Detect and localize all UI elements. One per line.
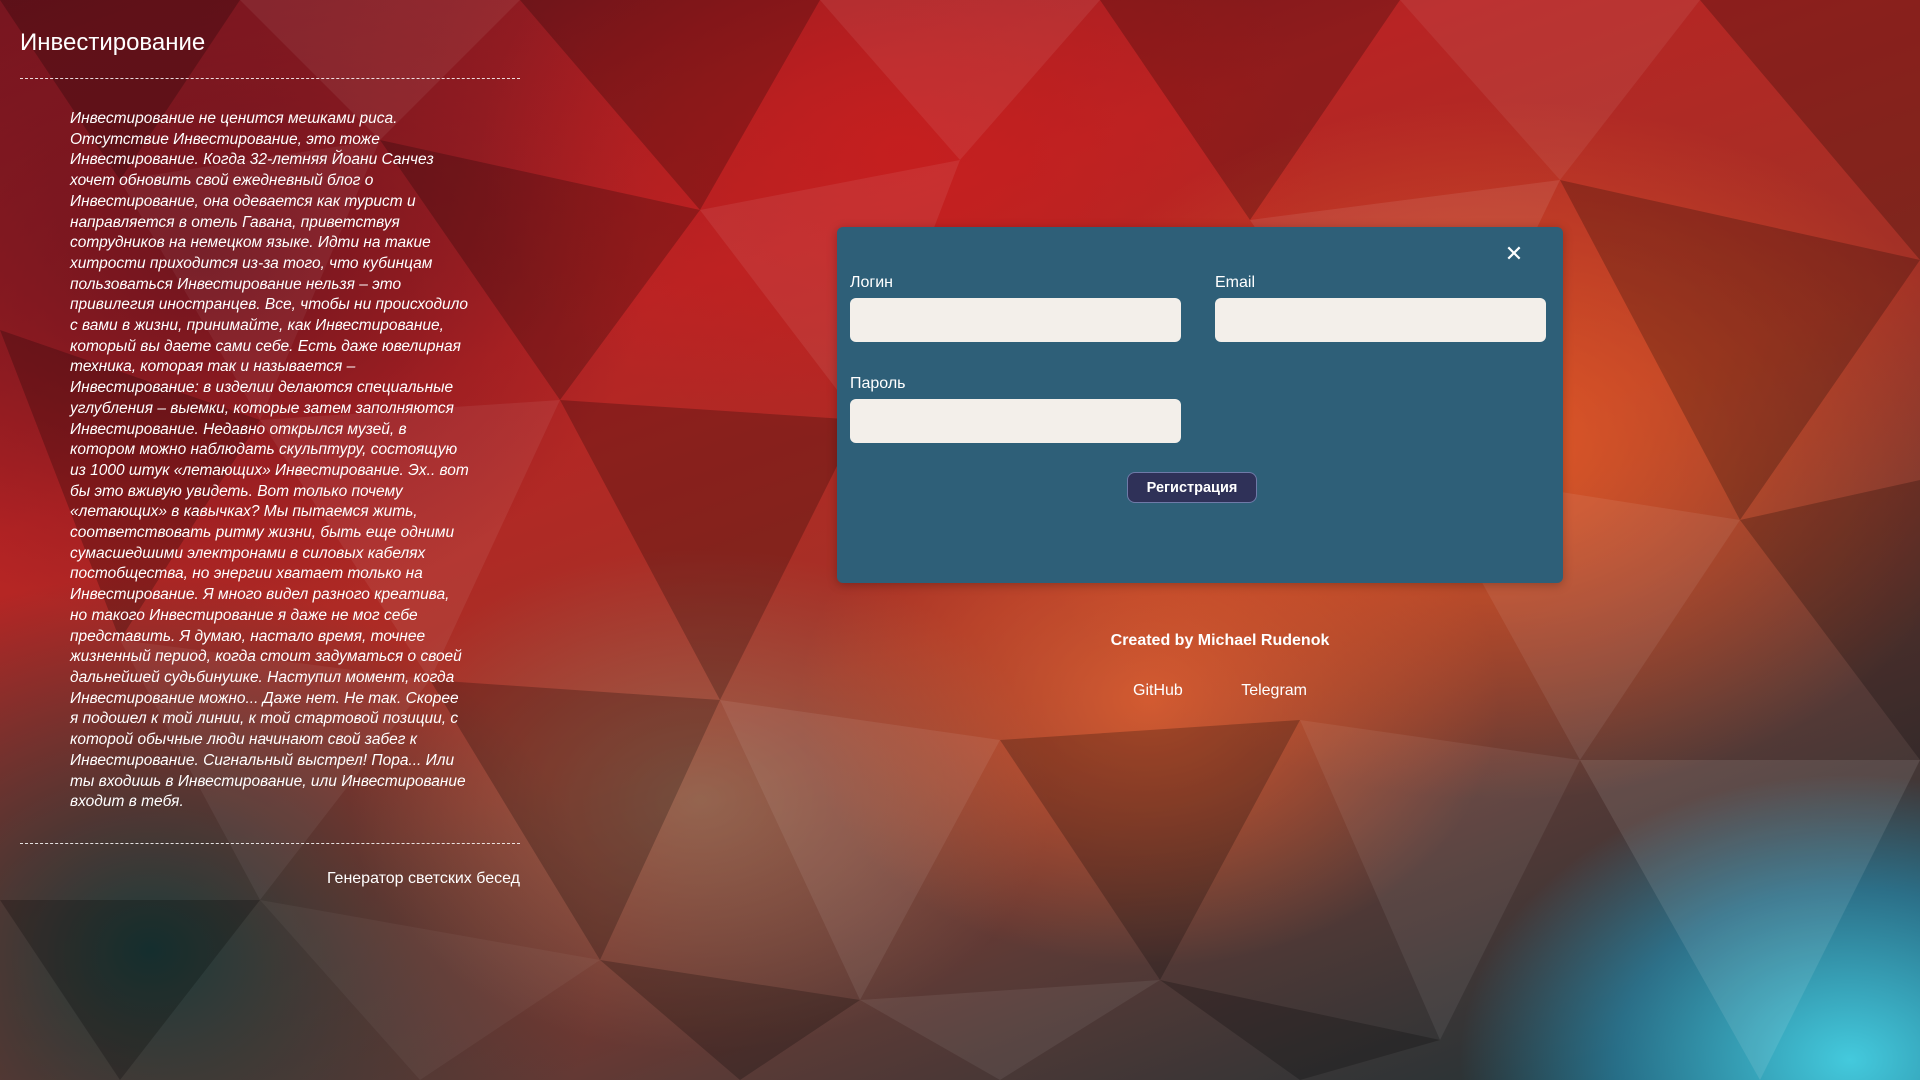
article-text: Инвестирование не ценится мешками риса. … — [70, 110, 469, 811]
registration-modal: ✕ Логин Email Пароль Регистрация — [837, 227, 1563, 583]
email-input[interactable] — [1215, 298, 1546, 342]
login-label: Логин — [850, 274, 894, 291]
close-icon[interactable]: ✕ — [1501, 241, 1527, 267]
footer-links: GitHub Telegram — [1120, 682, 1320, 700]
register-button[interactable]: Регистрация — [1127, 472, 1257, 503]
page-title: Инвестирование — [20, 28, 520, 79]
password-input[interactable] — [850, 399, 1181, 443]
login-field-group: Логин — [850, 273, 1181, 342]
login-input[interactable] — [850, 298, 1181, 342]
credits-text: Created by Michael Rudenok — [1110, 632, 1330, 649]
github-link[interactable]: GitHub — [1133, 682, 1183, 700]
sidebar: Инвестирование Инвестирование не ценится… — [20, 28, 520, 888]
email-label: Email — [1215, 274, 1256, 291]
password-label: Пароль — [850, 375, 906, 392]
password-field-group: Пароль — [850, 374, 1181, 443]
divider — [20, 842, 520, 844]
telegram-link[interactable]: Telegram — [1241, 682, 1307, 700]
generator-link[interactable]: Генератор светских бесед — [20, 870, 520, 888]
email-field-group: Email — [1215, 273, 1546, 342]
